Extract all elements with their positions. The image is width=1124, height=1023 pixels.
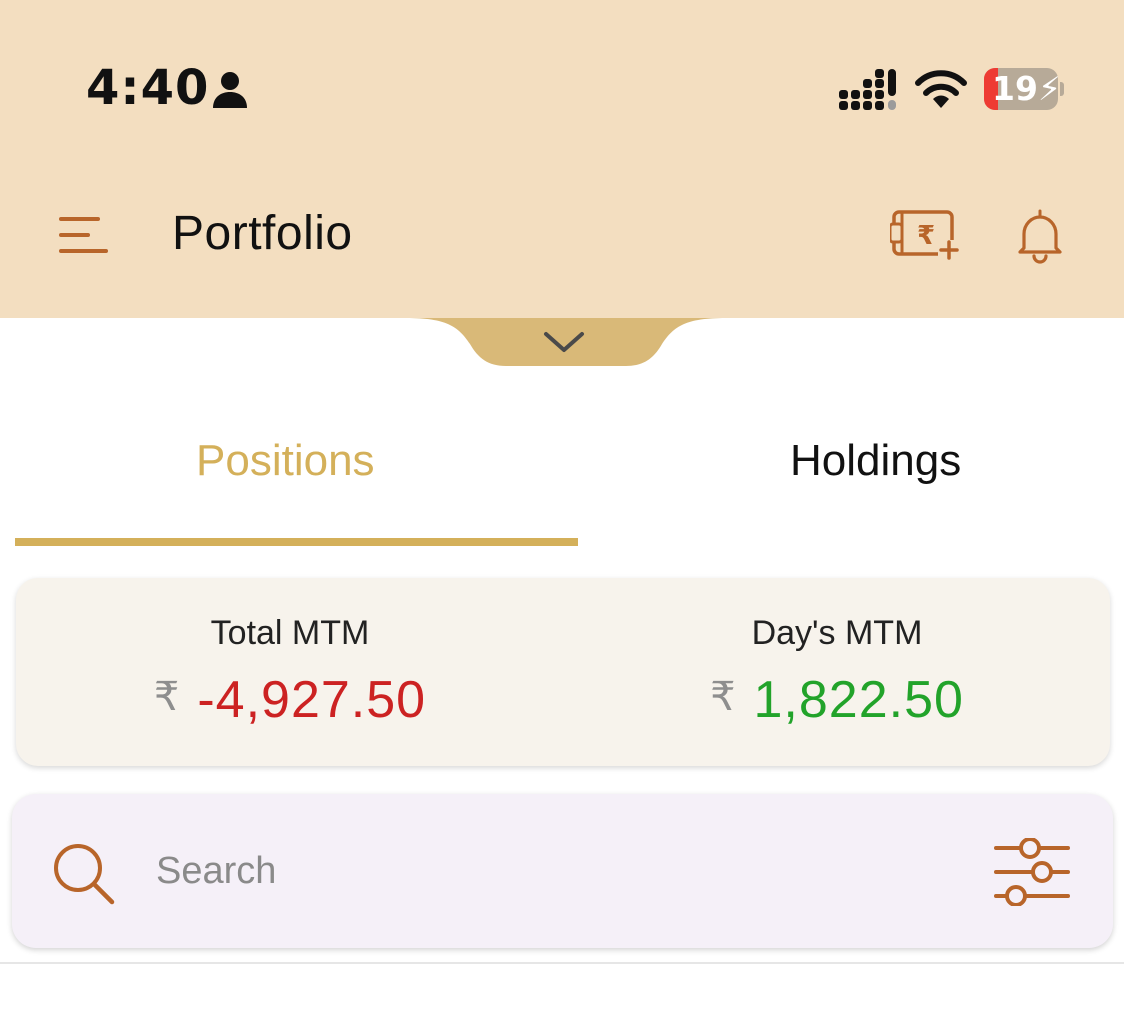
- search-bar: [12, 794, 1113, 948]
- active-tab-indicator: [15, 538, 578, 546]
- battery-cap: [1060, 82, 1064, 96]
- battery-icon: 19⚡: [984, 68, 1064, 110]
- signal-icon: [839, 69, 896, 110]
- svg-text:₹: ₹: [917, 221, 935, 251]
- page-title: Portfolio: [172, 207, 353, 260]
- divider: [0, 962, 1124, 964]
- search-icon[interactable]: [52, 842, 116, 906]
- days-mtm-value-row: ₹1,822.50: [564, 670, 1110, 730]
- person-icon: [213, 72, 247, 108]
- search-input[interactable]: [156, 844, 936, 898]
- app-header: 4:40 19⚡ Portfolio ₹: [0, 0, 1124, 318]
- total-mtm-value-row: ₹ -4,927.50: [16, 670, 564, 730]
- total-mtm-label: Total MTM: [210, 614, 370, 652]
- total-mtm-value: -4,927.50: [197, 671, 427, 729]
- portfolio-screen: 4:40 19⚡ Portfolio ₹ Positions Holdings …: [0, 0, 1124, 1023]
- tab-holdings[interactable]: Holdings: [790, 436, 961, 486]
- rupee-icon: ₹: [153, 674, 180, 720]
- add-funds-icon[interactable]: ₹: [890, 206, 962, 262]
- rupee-icon: ₹: [710, 674, 736, 720]
- days-mtm: Day's MTM ₹1,822.50: [564, 578, 1110, 766]
- status-time: 4:40: [86, 60, 210, 116]
- tab-positions[interactable]: Positions: [196, 436, 375, 486]
- battery-body: 19⚡: [984, 68, 1058, 110]
- total-mtm: Total MTM ₹ -4,927.50: [16, 578, 564, 766]
- collapse-toggle[interactable]: [406, 318, 726, 368]
- battery-level: 19⚡: [992, 69, 1058, 108]
- days-mtm-label: Day's MTM: [751, 614, 923, 652]
- mtm-summary-card: Total MTM ₹ -4,927.50 Day's MTM ₹1,822.50: [16, 578, 1110, 766]
- bell-icon[interactable]: [1014, 208, 1066, 264]
- menu-icon[interactable]: [58, 214, 110, 256]
- filter-icon[interactable]: [992, 838, 1072, 906]
- days-mtm-value: 1,822.50: [753, 671, 964, 729]
- wifi-icon: [915, 70, 967, 108]
